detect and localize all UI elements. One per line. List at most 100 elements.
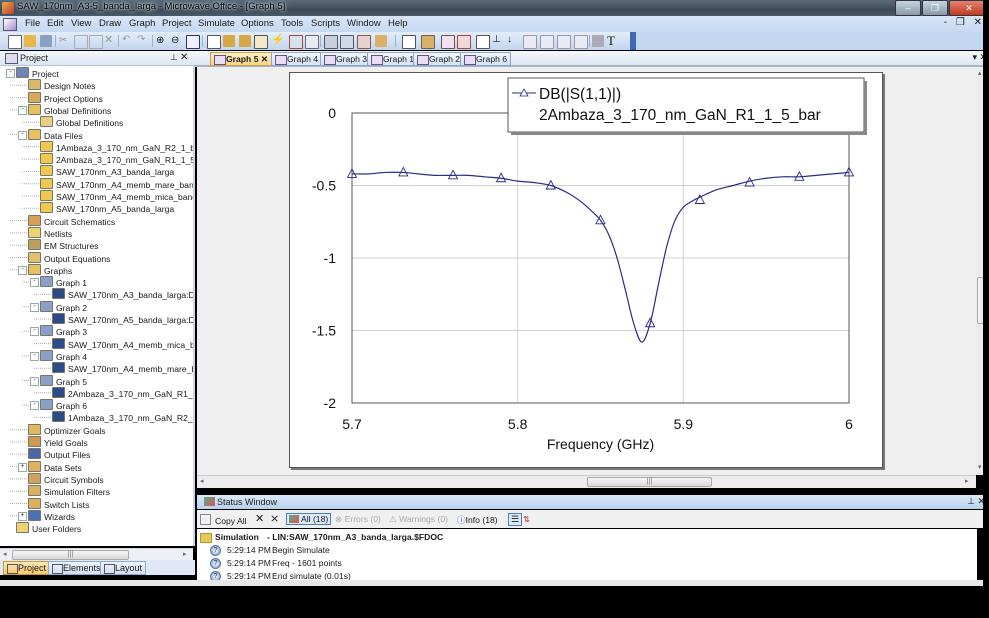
tree-item[interactable]: Output Files	[28, 448, 90, 460]
tree-item[interactable]: Project	[16, 67, 59, 79]
tree-item[interactable]: Graphs	[28, 263, 72, 276]
filter-errors-button[interactable]: ⊗ Errors (0)	[335, 514, 381, 525]
tree-item[interactable]: Graph 3	[40, 325, 87, 337]
tree-horizontal-scrollbar[interactable]: ◂ ||| ▸	[0, 548, 193, 560]
add-marker-icon[interactable]	[476, 35, 490, 49]
new-em-icon[interactable]	[223, 35, 235, 47]
tree-item[interactable]: 1Ambaza_3_170_nm_GaN_R2_1_	[52, 411, 193, 423]
copy-icon[interactable]	[74, 35, 88, 49]
copy-all-button[interactable]: Copy All	[200, 514, 247, 526]
tree-item[interactable]: Netlists	[28, 226, 72, 239]
document-menu-icon[interactable]	[3, 18, 17, 31]
tree-item[interactable]: Global Definitions	[40, 116, 123, 128]
close-panel-icon[interactable]: ✕	[180, 52, 188, 63]
tab-graph-4[interactable]: Graph 4	[271, 52, 323, 66]
tab-layout[interactable]: Layout	[100, 561, 147, 575]
tree-item[interactable]: Yield Goals	[28, 436, 88, 448]
tree-item[interactable]: Simulation Filters	[28, 485, 110, 497]
new-graph-icon[interactable]	[254, 35, 268, 49]
tree-item[interactable]: Data Sets	[28, 460, 82, 473]
tree-item[interactable]: Project Options	[28, 91, 103, 104]
close-tab-icon[interactable]: ✕	[261, 54, 268, 64]
print-icon[interactable]	[592, 35, 604, 47]
line-marker-icon[interactable]: ⊥	[492, 35, 504, 47]
vertical-marker-icon[interactable]: ↓	[507, 35, 519, 47]
graph-horizontal-scrollbar[interactable]: ◂ ||| ▸	[197, 475, 976, 488]
restore-button[interactable]: ❐	[922, 0, 948, 16]
scroll-left-icon[interactable]: ◂	[200, 477, 204, 485]
collapse-icon[interactable]: -	[18, 265, 27, 275]
tree-item[interactable]: Circuit Symbols	[28, 472, 104, 485]
tree-item[interactable]: Design Notes	[28, 79, 96, 91]
menu-window[interactable]: Window	[347, 18, 381, 29]
tree-item[interactable]: Graph 5	[40, 374, 87, 387]
save-icon[interactable]	[40, 35, 52, 47]
scroll-left-icon[interactable]: ◂	[3, 550, 7, 558]
tree-item[interactable]: 2Ambaza_3_170_nm_GaN_R1_1_	[52, 386, 193, 399]
filter-all-button[interactable]: All (18)	[286, 513, 332, 525]
zoom-in-icon[interactable]: ⊕	[156, 35, 168, 47]
menu-simulate[interactable]: Simulate	[198, 18, 235, 29]
tree-item[interactable]: 2Ambaza_3_170_nm_GaN_R1_1_5_ba	[40, 153, 193, 165]
tree-item[interactable]: SAW_170nm_A3_banda_larga:DE	[52, 288, 193, 300]
max-marker-icon[interactable]	[523, 35, 537, 49]
scroll-down-icon[interactable]: ▾	[978, 463, 982, 471]
ref-marker-icon[interactable]	[574, 35, 588, 49]
probe-icon[interactable]	[357, 35, 371, 49]
cut-icon[interactable]: ✂	[59, 35, 71, 47]
scroll-right-icon[interactable]: ▸	[183, 550, 187, 558]
element-icon[interactable]	[324, 35, 338, 49]
text-icon[interactable]: T	[607, 34, 619, 47]
collapse-icon[interactable]: -	[30, 327, 39, 337]
tree-item[interactable]: Circuit Schematics	[28, 214, 115, 227]
port-icon[interactable]	[340, 35, 354, 49]
tree-item[interactable]: Wizards	[28, 509, 75, 522]
tab-graph-1[interactable]: Graph 1	[367, 52, 419, 66]
tree-item[interactable]: Switch Lists	[28, 497, 89, 510]
tab-graph-3[interactable]: Graph 3	[320, 52, 372, 66]
menu-options[interactable]: Options	[241, 18, 274, 29]
zoom-out-icon[interactable]: ⊖	[171, 35, 183, 47]
min-marker-icon[interactable]	[540, 35, 554, 49]
menu-tools[interactable]: Tools	[281, 18, 303, 29]
tree-item[interactable]: SAW_170nm_A5_banda_larga	[40, 202, 174, 214]
tree-item[interactable]: Graph 2	[40, 300, 87, 313]
clear-all-button[interactable]: ⨯	[270, 512, 279, 525]
collapse-icon[interactable]: -	[30, 401, 39, 411]
tree-item[interactable]: SAW_170nm_A4_memb_mica_band	[40, 190, 193, 202]
tree-item[interactable]: Graph 4	[40, 349, 87, 362]
expand-icon[interactable]: +	[18, 511, 27, 521]
menu-scripts[interactable]: Scripts	[311, 18, 340, 29]
tree-item[interactable]: SAW_170nm_A4_memb_mica_b	[52, 337, 193, 350]
collapse-icon[interactable]: -	[30, 351, 39, 361]
tree-item[interactable]: SAW_170nm_A3_banda_larga	[40, 165, 174, 177]
tree-item[interactable]: Output Equations	[28, 251, 110, 264]
collapse-icon[interactable]: -	[18, 130, 27, 140]
menu-project[interactable]: Project	[162, 18, 192, 29]
open-icon[interactable]	[24, 35, 36, 47]
variable-icon[interactable]	[305, 35, 319, 49]
menu-edit[interactable]: Edit	[47, 18, 63, 29]
mdi-controls[interactable]: - ❐ ✕	[944, 17, 985, 28]
tree-item[interactable]: Optimizer Goals	[28, 423, 106, 436]
tree-item[interactable]: EM Structures	[28, 239, 98, 251]
delete-icon[interactable]: ✕	[104, 35, 116, 47]
delete-marker-icon[interactable]	[457, 35, 471, 49]
menu-draw[interactable]: Draw	[99, 18, 121, 29]
simulate-icon[interactable]: ⚡	[271, 35, 285, 47]
new-icon[interactable]	[8, 35, 22, 49]
tree-item[interactable]: SAW_170nm_A4_memb_mare_band	[40, 177, 193, 190]
collapse-icon[interactable]: -	[6, 69, 15, 78]
expand-icon[interactable]: +	[18, 462, 27, 472]
optimize-icon[interactable]	[375, 35, 387, 47]
collapse-icon[interactable]: -	[30, 376, 39, 386]
new-netlist-icon[interactable]	[239, 35, 251, 47]
menu-view[interactable]: View	[71, 18, 91, 29]
tab-elements[interactable]: Elements	[48, 561, 105, 575]
tab-project[interactable]: Project	[3, 561, 51, 575]
collapse-icon[interactable]: -	[18, 105, 27, 115]
redo-icon[interactable]: ↷	[137, 35, 149, 47]
scroll-right-icon[interactable]: ▸	[965, 477, 969, 485]
tree-item[interactable]: Data Files	[28, 128, 83, 141]
paste-icon[interactable]	[89, 35, 103, 49]
